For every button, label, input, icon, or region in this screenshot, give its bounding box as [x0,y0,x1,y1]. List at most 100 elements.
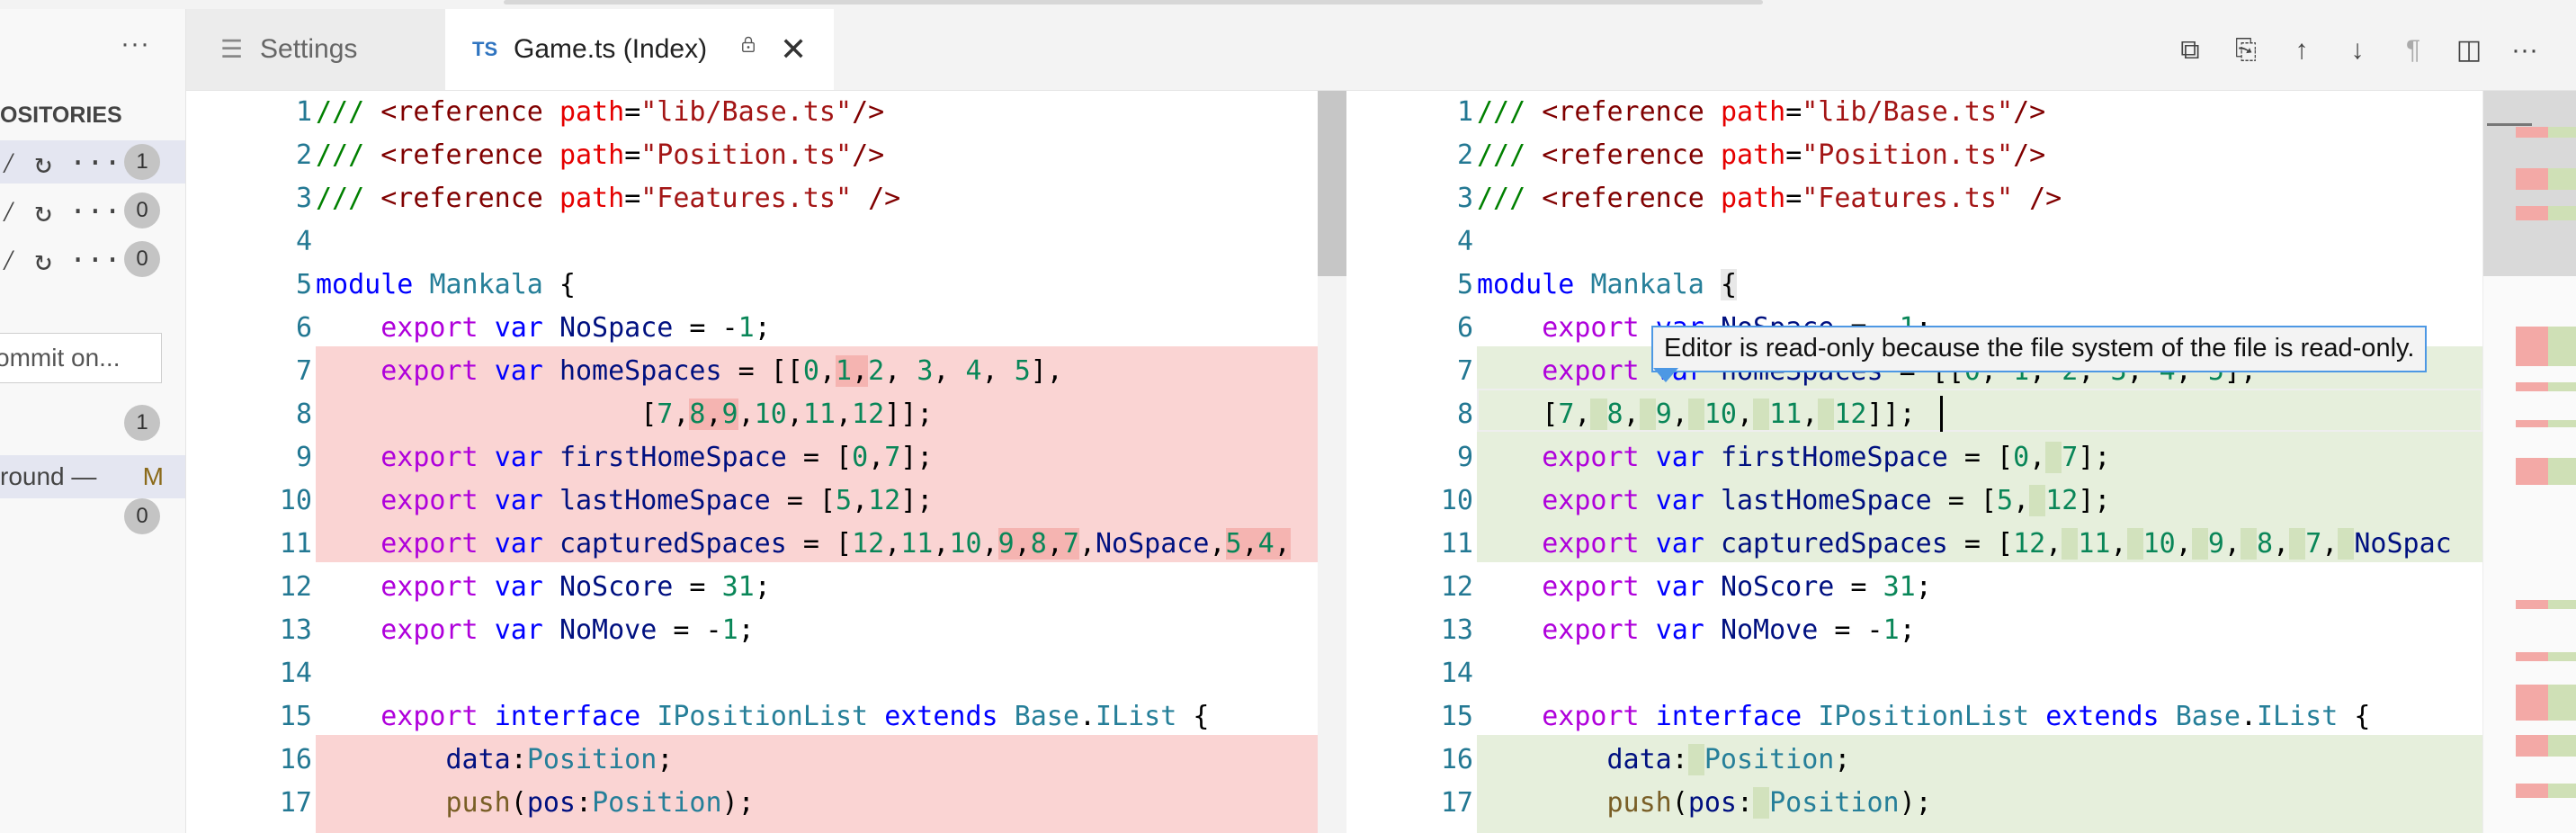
diff-marker [2548,458,2576,485]
diff-marker [2516,382,2548,391]
diff-marker [2548,206,2576,220]
line-number: 8 [295,399,312,430]
changed-file-row[interactable]: round — M [0,455,185,498]
current-line-highlight [1477,389,2482,432]
code-line: module Mankala { [316,269,576,300]
diff-marker [2548,382,2576,391]
diff-marker [2548,327,2576,366]
code-line: export var homeSpaces = [[0,1,2, 3, 4, 5… [380,355,1063,387]
repositories-title: OSITORIES [0,103,122,128]
repo-actions[interactable]: ⁄ ↻ ··· [0,146,121,182]
text-cursor [1940,396,1943,432]
pilcrow-icon[interactable]: ¶ [2397,34,2429,67]
line-number: 8 [1456,399,1473,430]
diff-marker [2548,127,2576,138]
repo-count-badge: 1 [124,144,160,180]
code-line: /// <reference path="Features.ts" /> [316,183,901,214]
code-line: export interface IPositionList extends B… [1542,701,2371,732]
diff-marker [2548,600,2576,609]
line-number: 11 [1440,528,1473,560]
line-number: 13 [1440,614,1473,646]
panel-more-icon[interactable]: ··· [121,29,150,59]
open-file-icon[interactable]: ⎘ [2230,34,2262,67]
line-number: 12 [279,571,312,603]
code-line: export var NoMove = -1; [1542,614,1916,646]
left-editor-scrollbar[interactable] [1318,91,1346,833]
line-number: 14 [279,658,312,689]
line-number: 3 [1456,183,1473,214]
overview-ruler[interactable] [2482,91,2576,833]
line-number: 7 [295,355,312,387]
tab-label: Settings [260,34,358,64]
line-number: 12 [1440,571,1473,603]
line-number: 11 [279,528,312,560]
code-line: /// <reference path="Position.ts"/> [1477,139,2046,171]
code-line: export var lastHomeSpace = [5,12]; [380,485,934,516]
commit-message-input[interactable]: ommit on... [0,333,162,383]
diff-marker [2548,168,2576,190]
arrow-down-icon[interactable]: ↓ [2341,34,2374,67]
split-editor-icon[interactable]: ◫ [2453,34,2485,67]
line-number: 4 [295,226,312,257]
line-number: 15 [1440,701,1473,732]
typescript-icon: TS [472,38,498,60]
diff-marker [2516,206,2548,220]
repo-actions[interactable]: ⁄ ↻ ··· [0,243,121,279]
code-line: export var capturedSpaces = [12,11,10,9,… [380,528,1291,560]
code-line: export var NoMove = -1; [380,614,755,646]
copy-icon[interactable]: ⧉ [2174,34,2206,67]
code-line: /// <reference path="Position.ts"/> [316,139,885,171]
diff-marker [2516,685,2548,721]
code-line: /// <reference path="lib/Base.ts"/> [316,96,885,128]
changes-count-badge: 0 [124,498,160,534]
staged-count-badge: 1 [124,405,160,441]
repo-actions[interactable]: ⁄ ↻ ··· [0,194,121,230]
modified-status: M [142,462,164,490]
code-line: data: Position; [1606,744,1851,775]
line-number: 9 [1456,442,1473,473]
line-number: 5 [1456,269,1473,300]
repo-count-badge: 0 [124,193,160,228]
code-line: export var lastHomeSpace = [5, 12]; [1542,485,2111,516]
settings-file-icon: ☰ [220,35,244,63]
line-number: 1 [1456,96,1473,128]
line-number: 5 [295,269,312,300]
diff-original-editor[interactable]: 1 2 3 4 5 6 7 8 9 10 11 12 13 14 15 16 1… [186,91,1346,833]
close-tab-icon[interactable]: ✕ [780,9,807,90]
diff-marker [2516,784,2548,798]
tab-game-ts[interactable]: TS Game.ts (Index) ✕ [445,9,834,90]
diff-modified-editor[interactable]: 1 2 3 4 5 6 7 8 9 10 11 12 13 14 15 16 1… [1347,91,2576,833]
arrow-up-icon[interactable]: ↑ [2285,34,2318,67]
more-actions-icon[interactable]: ··· [2509,34,2541,67]
code-line: export var NoScore = 31; [1542,571,1932,603]
code-line: [7,8,9,10,11,12]]; [316,399,934,430]
changed-file-name: round — [0,462,97,490]
line-number: 16 [1440,744,1473,775]
diff-marker [2516,420,2548,427]
diff-marker [2516,327,2548,366]
command-center[interactable] [504,0,1763,4]
line-number: 7 [1456,355,1473,387]
editor-tab-bar: ☰ Settings TS Game.ts (Index) ✕ ⧉ ⎘ ↑ ↓ … [186,9,2576,91]
line-number: 15 [279,701,312,732]
code-line: export interface IPositionList extends B… [380,701,1210,732]
repo-row[interactable]: ⁄ ↻ ··· 0 [0,237,185,281]
tab-label: Game.ts (Index) [514,34,708,64]
repo-row[interactable]: ⁄ ↻ ··· 1 [0,140,185,184]
diff-marker [2516,458,2548,485]
code-line: /// <reference path="lib/Base.ts"/> [1477,96,2046,128]
line-number: 2 [295,139,312,171]
line-number: 4 [1456,226,1473,257]
read-only-tooltip: Editor is read-only because the file sys… [1651,326,2428,372]
code-line: export var firstHomeSpace = [0,7]; [380,442,934,473]
scrollbar-thumb[interactable] [1318,91,1346,276]
diff-marker [2516,735,2548,757]
diff-marker [2548,735,2576,757]
lock-icon [742,36,755,52]
tab-settings[interactable]: ☰ Settings [186,9,445,90]
diff-marker [2548,420,2576,427]
code-line: module Mankala { [1477,269,1737,300]
diff-marker [2516,168,2548,190]
code-line: export var capturedSpaces = [12, 11, 10,… [1542,528,2452,560]
repo-row[interactable]: ⁄ ↻ ··· 0 [0,189,185,232]
